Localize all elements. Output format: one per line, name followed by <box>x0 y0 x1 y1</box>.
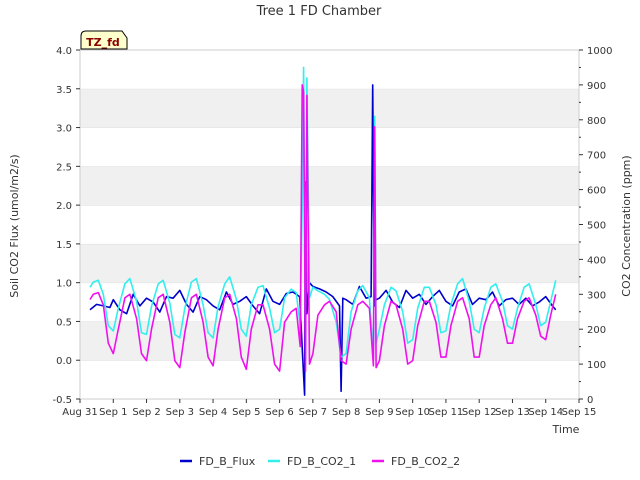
x-tick-label: Sep 2 <box>132 407 160 418</box>
x-tick-label: Aug 31 <box>62 407 97 418</box>
plot-band <box>80 360 579 399</box>
x-tick-label: Sep 1 <box>99 407 127 418</box>
x-tick-label: Sep 12 <box>462 407 497 418</box>
x-tick-label: Sep 8 <box>332 407 360 418</box>
chart: Tree 1 FD Chamber Aug 31 Sep 1 Sep 2 Sep 3 S… <box>8 4 633 468</box>
y-right-tick-label: 500 <box>587 221 606 232</box>
x-tick-label: Sep 11 <box>429 407 464 418</box>
y-left-tick-label: 3.0 <box>56 124 72 135</box>
y-left-tick-label: 1.0 <box>56 279 72 290</box>
x-tick-label: Sep 4 <box>199 407 227 418</box>
y-left-tick-label: 3.5 <box>56 85 72 96</box>
x-tick-label: Sep 3 <box>166 407 194 418</box>
y-right-tick-label: 1000 <box>587 46 612 57</box>
x-tick-label: Sep 13 <box>495 407 530 418</box>
y-axis-left: -0.5 0.0 0.5 1.0 1.5 2.0 2.5 3.0 3.5 4.0 <box>52 46 80 406</box>
y-axis-right: 0 100 200 300 400 500 600 700 800 900 1000 <box>579 46 612 406</box>
x-tick-label: Sep 7 <box>299 407 327 418</box>
plot-band <box>80 166 579 206</box>
x-tick-label: Sep 5 <box>232 407 260 418</box>
y-right-tick-label: 200 <box>587 325 606 336</box>
y-left-tick-label: 1.5 <box>56 240 72 251</box>
x-tick-label: Sep 14 <box>528 407 563 418</box>
x-tick-label: Sep 10 <box>395 407 430 418</box>
plot-band <box>80 50 579 89</box>
y-left-tick-label: 2.5 <box>56 162 72 173</box>
y-left-tick-label: 2.0 <box>56 201 72 212</box>
y-right-tick-label: 400 <box>587 255 606 266</box>
plot-band <box>80 88 579 128</box>
plot-band <box>80 205 579 244</box>
chart-title: Tree 1 FD Chamber <box>256 4 382 19</box>
y-left-tick-label: 0.0 <box>56 356 72 367</box>
x-tick-label: Sep 15 <box>562 407 597 418</box>
y-left-tick-label: 4.0 <box>56 46 72 57</box>
y-right-tick-label: 900 <box>587 81 606 92</box>
tz-badge: TZ_fd <box>80 30 128 50</box>
legend-label: FD_B_Flux <box>199 455 256 468</box>
y-right-tick-label: 300 <box>587 290 606 301</box>
legend-label: FD_B_CO2_2 <box>391 455 460 468</box>
x-axis: Aug 31 Sep 1 Sep 2 Sep 3 Sep 4 Sep 5 Sep 6 Sep … <box>62 399 596 418</box>
y-right-tick-label: 0 <box>587 395 593 406</box>
x-tick-label: Sep 6 <box>265 407 293 418</box>
legend: FD_B_Flux FD_B_CO2_1 FD_B_CO2_2 <box>180 455 460 468</box>
y-left-tick-label: -0.5 <box>52 395 72 406</box>
y-right-tick-label: 600 <box>587 186 606 197</box>
y-left-tick-label: 0.5 <box>56 317 72 328</box>
y-axis-left-label: Soil CO2 Flux (umol/m2/s) <box>8 154 21 297</box>
x-tick-label: Sep 9 <box>365 407 393 418</box>
x-axis-label: Time <box>552 423 580 436</box>
plot-background-bands <box>80 49 579 399</box>
tz-badge-label: TZ_fd <box>86 36 120 49</box>
y-right-tick-label: 700 <box>587 151 606 162</box>
legend-label: FD_B_CO2_1 <box>287 455 356 468</box>
y-right-tick-label: 100 <box>587 360 606 371</box>
plot-band <box>80 127 579 167</box>
y-right-tick-label: 800 <box>587 116 606 127</box>
y-axis-right-label: CO2 Concentration (ppm) <box>620 155 633 296</box>
plot-band <box>80 243 579 283</box>
